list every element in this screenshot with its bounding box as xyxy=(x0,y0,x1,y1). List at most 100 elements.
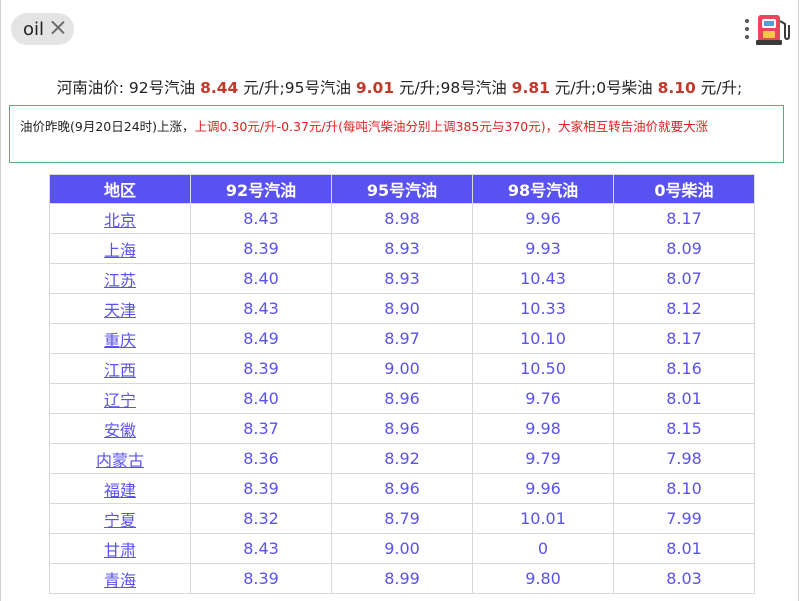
region-link[interactable]: 江西 xyxy=(104,361,136,380)
region-cell[interactable]: 福建 xyxy=(49,473,191,504)
region-cell[interactable]: 青海 xyxy=(49,563,191,594)
region-link[interactable]: 内蒙古 xyxy=(96,451,144,470)
price-cell: 8.01 xyxy=(613,383,755,414)
price-cell: 8.39 xyxy=(190,473,332,504)
region-cell[interactable]: 北京 xyxy=(49,203,191,234)
region-link[interactable]: 福建 xyxy=(104,481,136,500)
table-row: 天津 8.43 8.90 10.33 8.12 xyxy=(49,293,755,324)
price-cell: 8.43 xyxy=(190,533,332,564)
price-cell: 7.98 xyxy=(613,443,755,474)
region-link[interactable]: 天津 xyxy=(104,301,136,320)
price-cell: 9.79 xyxy=(472,443,614,474)
region-link[interactable]: 重庆 xyxy=(104,331,136,350)
price-cell: 8.39 xyxy=(190,233,332,264)
region-cell[interactable]: 上海 xyxy=(49,233,191,264)
region-link[interactable]: 北京 xyxy=(104,211,136,230)
table-row: 青海 8.39 8.99 9.80 8.03 xyxy=(49,563,755,594)
price-cell: 8.40 xyxy=(190,383,332,414)
price-cell: 8.37 xyxy=(190,413,332,444)
price-cell: 8.96 xyxy=(331,473,473,504)
henan-price-headline: 河南油价: 92号汽油 8.44 元/升;95号汽油 9.01 元/升;98号汽… xyxy=(56,79,743,97)
price-cell: 9.96 xyxy=(472,473,614,504)
price-92: 8.44 xyxy=(200,79,239,97)
region-cell[interactable]: 甘肃 xyxy=(49,533,191,564)
region-link[interactable]: 上海 xyxy=(104,241,136,260)
price-cell: 8.98 xyxy=(331,203,473,234)
price-cell: 8.39 xyxy=(190,353,332,384)
table-header-row: 地区 92号汽油 95号汽油 98号汽油 0号柴油 xyxy=(49,174,755,204)
table-row: 甘肃 8.43 9.00 0 8.01 xyxy=(49,533,755,564)
price-cell: 8.43 xyxy=(190,293,332,324)
price-cell: 8.92 xyxy=(331,443,473,474)
table-row: 福建 8.39 8.96 9.96 8.10 xyxy=(49,473,755,504)
price-cell: 8.93 xyxy=(331,233,473,264)
region-link[interactable]: 安徽 xyxy=(104,421,136,440)
table-row: 上海 8.39 8.93 9.93 8.09 xyxy=(49,233,755,264)
search-chip[interactable]: oil xyxy=(11,13,74,45)
price-cell: 8.99 xyxy=(331,563,473,594)
price-cell: 10.43 xyxy=(472,263,614,294)
region-cell[interactable]: 辽宁 xyxy=(49,383,191,414)
price-cell: 8.17 xyxy=(613,323,755,354)
price-cell: 9.98 xyxy=(472,413,614,444)
notice-detail: 上调0.30元/升-0.37元/升(每吨汽柴油分别上调385元与370元)，大家… xyxy=(194,119,709,134)
close-icon[interactable] xyxy=(51,20,65,34)
header-98: 98号汽油 xyxy=(472,174,614,204)
region-cell[interactable]: 安徽 xyxy=(49,413,191,444)
region-link[interactable]: 甘肃 xyxy=(104,541,136,560)
price-cell: 8.12 xyxy=(613,293,755,324)
price-cell: 8.49 xyxy=(190,323,332,354)
price-cell: 10.33 xyxy=(472,293,614,324)
price-cell: 9.96 xyxy=(472,203,614,234)
region-cell[interactable]: 宁夏 xyxy=(49,503,191,534)
region-cell[interactable]: 江西 xyxy=(49,353,191,384)
region-link[interactable]: 宁夏 xyxy=(104,511,136,530)
price-98: 9.81 xyxy=(511,79,550,97)
region-cell[interactable]: 重庆 xyxy=(49,323,191,354)
price-cell: 9.00 xyxy=(331,533,473,564)
price-cell: 8.96 xyxy=(331,413,473,444)
price-cell: 8.36 xyxy=(190,443,332,474)
region-cell[interactable]: 内蒙古 xyxy=(49,443,191,474)
price-cell: 9.80 xyxy=(472,563,614,594)
price-cell: 8.07 xyxy=(613,263,755,294)
table-row: 辽宁 8.40 8.96 9.76 8.01 xyxy=(49,383,755,414)
gas-pump-icon xyxy=(756,15,790,45)
price-cell: 8.40 xyxy=(190,263,332,294)
region-cell[interactable]: 天津 xyxy=(49,293,191,324)
price-cell: 8.96 xyxy=(331,383,473,414)
search-chip-label: oil xyxy=(23,18,45,40)
region-link[interactable]: 青海 xyxy=(104,571,136,590)
table-row: 内蒙古 8.36 8.92 9.79 7.98 xyxy=(49,443,755,474)
header-95: 95号汽油 xyxy=(331,174,473,204)
table-row: 宁夏 8.32 8.79 10.01 7.99 xyxy=(49,503,755,534)
table-row: 重庆 8.49 8.97 10.10 8.17 xyxy=(49,323,755,354)
price-95: 9.01 xyxy=(355,79,395,97)
header-region: 地区 xyxy=(49,174,191,204)
region-link[interactable]: 江苏 xyxy=(104,271,136,290)
notice-lead: 油价昨晚(9月20日24时)上涨， xyxy=(20,119,195,134)
price-cell: 7.99 xyxy=(613,503,755,534)
price-cell: 10.50 xyxy=(472,353,614,384)
region-link[interactable]: 辽宁 xyxy=(104,391,136,410)
price-cell: 9.76 xyxy=(472,383,614,414)
region-cell[interactable]: 江苏 xyxy=(49,263,191,294)
kebab-menu-icon[interactable] xyxy=(744,19,750,41)
oil-price-table: 地区 92号汽油 95号汽油 98号汽油 0号柴油 北京 8.43 8.98 9.96… xyxy=(49,174,755,594)
price-change-notice: 油价昨晚(9月20日24时)上涨，上调0.30元/升-0.37元/升(每吨汽柴油… xyxy=(9,105,784,163)
price-cell: 9.00 xyxy=(331,353,473,384)
price-cell: 8.16 xyxy=(613,353,755,384)
price-0-diesel: 8.10 xyxy=(657,79,696,97)
price-cell: 8.39 xyxy=(190,563,332,594)
price-cell: 9.93 xyxy=(472,233,614,264)
table-row: 江苏 8.40 8.93 10.43 8.07 xyxy=(49,263,755,294)
price-cell: 8.93 xyxy=(331,263,473,294)
price-cell: 8.01 xyxy=(613,533,755,564)
price-cell: 10.01 xyxy=(472,503,614,534)
price-cell: 8.90 xyxy=(331,293,473,324)
price-cell: 0 xyxy=(472,533,614,564)
header-92: 92号汽油 xyxy=(190,174,332,204)
price-cell: 8.09 xyxy=(613,233,755,264)
table-row: 北京 8.43 8.98 9.96 8.17 xyxy=(49,203,755,234)
price-cell: 8.15 xyxy=(613,413,755,444)
